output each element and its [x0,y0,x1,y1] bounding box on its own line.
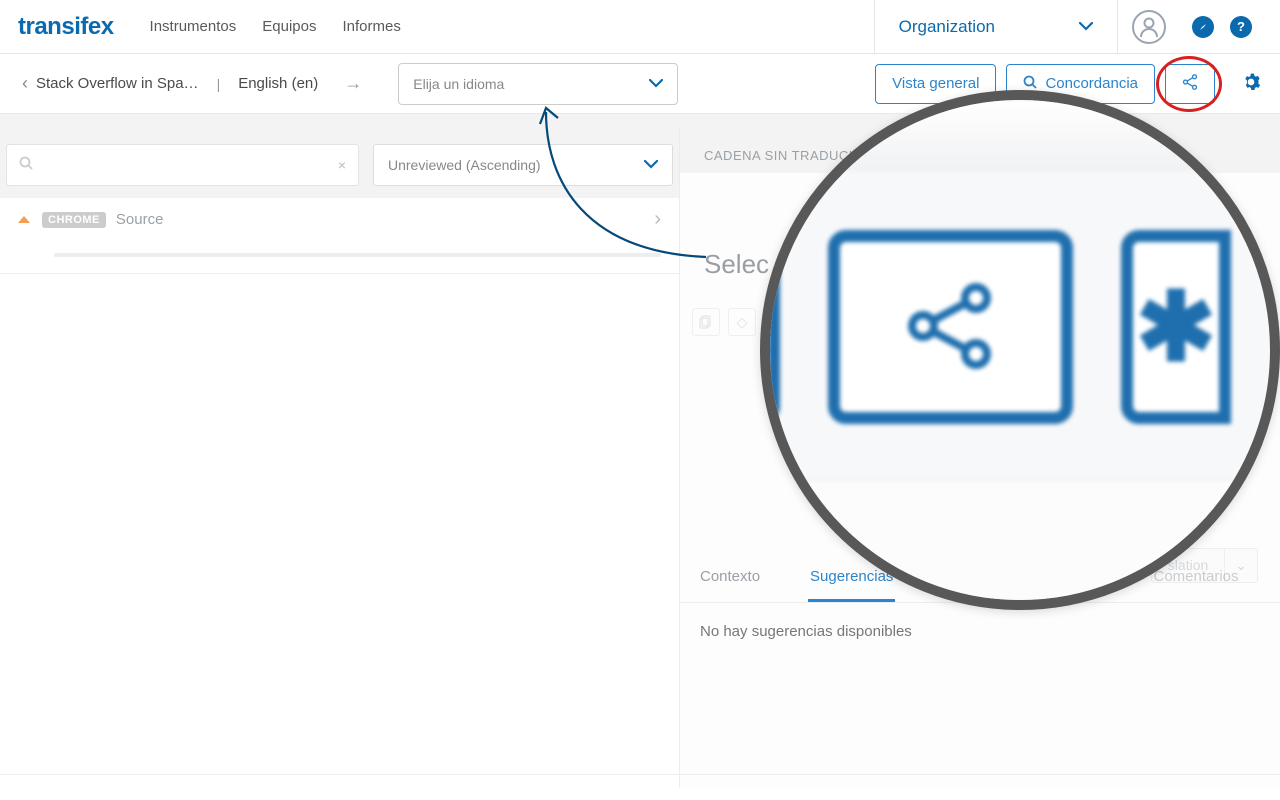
tab-contexto[interactable]: Contexto [698,554,762,602]
clear-icon[interactable]: × [338,157,346,173]
help-icon[interactable]: ? [1230,16,1252,38]
sort-dropdown[interactable]: Unreviewed (Ascending) [373,144,673,186]
settings-button[interactable] [1236,69,1266,99]
arrow-right-icon: → [344,73,362,94]
breadcrumb-source-lang[interactable]: English (en) [230,75,326,92]
nav-reports[interactable]: Informes [342,18,400,35]
caret-up-icon [18,216,30,223]
chevron-right-icon: › [654,208,661,231]
share-icon [1181,73,1199,95]
share-button[interactable] [1165,64,1215,104]
string-row[interactable]: CHROME Source › [0,198,679,274]
magnifier-annotation: ✱ [760,90,1280,610]
breadcrumb-separator: | [217,76,221,92]
copy-icon[interactable] [692,308,720,336]
nav-instruments[interactable]: Instrumentos [150,18,237,35]
breadcrumb-project: Stack Overflow in Spa… [36,75,199,92]
source-badge: CHROME [42,212,106,228]
gear-icon: ✱ [1136,271,1216,383]
language-placeholder: Elija un idioma [413,76,504,92]
chevron-down-icon [644,158,658,172]
avatar-cell[interactable] [1117,0,1180,53]
organization-label: Organization [899,17,995,37]
zoom-tile-right: ✱ [1121,230,1231,424]
logo[interactable]: transifex [18,13,114,41]
chevron-down-icon [1079,20,1093,34]
chevron-down-icon [649,77,663,91]
organization-dropdown[interactable]: Organization [874,0,1117,53]
placeholder-icon[interactable]: ◇ [728,308,756,336]
avatar [1132,10,1166,44]
compass-icon[interactable] [1192,16,1214,38]
source-label: Source [116,211,164,228]
gear-icon [1241,72,1261,95]
suggestions-empty: No hay sugerencias disponibles [680,603,1280,660]
progress-bar [54,253,661,257]
search-input[interactable]: × [6,144,359,186]
top-nav: transifex Instrumentos Equipos Informes … [0,0,1280,54]
breadcrumb-back[interactable]: ‹ Stack Overflow in Spa… [14,73,207,94]
strings-panel: × Unreviewed (Ascending) CHROME Source › [0,128,680,788]
search-icon [19,156,33,175]
nav-teams[interactable]: Equipos [262,18,316,35]
target-language-select[interactable]: Elija un idioma [398,63,678,105]
sort-label: Unreviewed (Ascending) [388,157,541,173]
footer [0,774,1280,800]
share-icon [901,276,1001,379]
zoom-tile-share [828,230,1073,424]
chevron-left-icon: ‹ [22,73,28,94]
